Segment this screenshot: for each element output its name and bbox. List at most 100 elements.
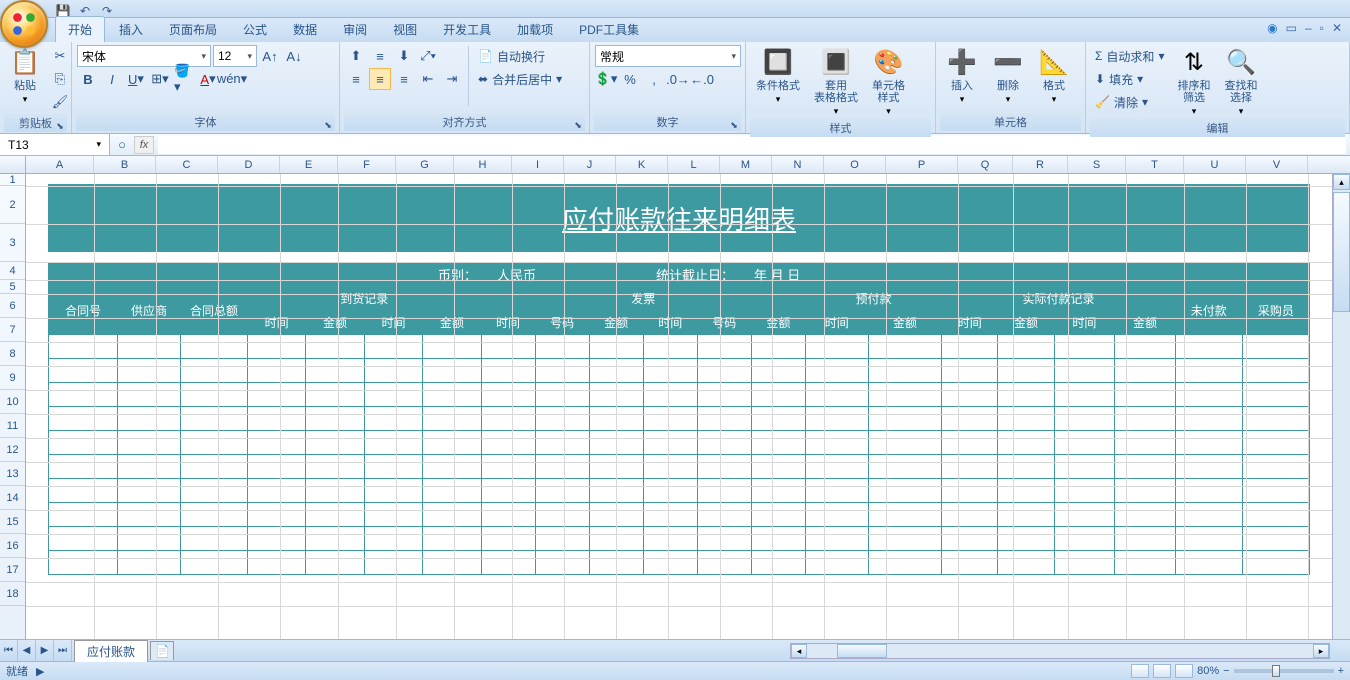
col-header[interactable]: C (156, 156, 218, 173)
col-header[interactable]: A (26, 156, 94, 173)
col-header[interactable]: R (1013, 156, 1068, 173)
first-sheet-button[interactable]: ⏮ (0, 640, 18, 661)
zoom-slider[interactable] (1234, 669, 1334, 673)
col-header[interactable]: N (772, 156, 824, 173)
restore-icon[interactable]: – (1305, 21, 1312, 35)
last-sheet-button[interactable]: ⏭ (54, 640, 72, 661)
row-header[interactable]: 11 (0, 414, 25, 438)
row-header[interactable]: 17 (0, 558, 25, 582)
indent-dec-button[interactable]: ⇤ (417, 68, 439, 90)
tab-addins[interactable]: 加载项 (505, 17, 565, 42)
cut-button[interactable]: ✂ (49, 45, 71, 67)
dec-decimal-button[interactable]: ←.0 (691, 68, 713, 90)
tab-review[interactable]: 审阅 (331, 17, 379, 42)
number-format-combo[interactable]: 常规▾ (595, 45, 741, 67)
tab-view[interactable]: 视图 (381, 17, 429, 42)
minimize-ribbon-icon[interactable]: ▭ (1286, 21, 1297, 35)
col-header[interactable]: D (218, 156, 280, 173)
table-row[interactable] (49, 431, 1310, 455)
fill-color-button[interactable]: 🪣▾ (173, 68, 195, 90)
office-button[interactable] (0, 0, 48, 48)
row-header[interactable]: 12 (0, 438, 25, 462)
comma-button[interactable]: , (643, 68, 665, 90)
format-painter-button[interactable]: 🖌 (49, 91, 71, 113)
row-header[interactable]: 4 (0, 262, 25, 280)
x-icon[interactable]: ✕ (1332, 21, 1342, 35)
font-size-combo[interactable]: 12▾ (213, 45, 257, 67)
row-header[interactable]: 13 (0, 462, 25, 486)
wrap-text-button[interactable]: 📄 自动换行 (474, 45, 566, 67)
prev-sheet-button[interactable]: ◀ (18, 640, 36, 661)
col-header[interactable]: K (616, 156, 668, 173)
table-row[interactable] (49, 455, 1310, 479)
tab-dev[interactable]: 开发工具 (431, 17, 503, 42)
vertical-scrollbar[interactable]: ▴ (1332, 174, 1350, 639)
col-header[interactable]: P (886, 156, 958, 173)
sheet-tab[interactable]: 应付账款 (74, 640, 148, 662)
number-launcher-icon[interactable]: ⬊ (729, 120, 739, 130)
row-header[interactable]: 6 (0, 294, 25, 318)
underline-button[interactable]: U▾ (125, 68, 147, 90)
paste-button[interactable]: 📋 粘贴 ▾ (4, 44, 46, 107)
font-launcher-icon[interactable]: ⬊ (323, 120, 333, 130)
grow-font-button[interactable]: A↑ (259, 45, 281, 67)
cell-styles-button[interactable]: 🎨单元格 样式▾ (866, 44, 911, 119)
find-select-button[interactable]: 🔍查找和 选择▾ (1218, 44, 1263, 119)
row-header[interactable]: 14 (0, 486, 25, 510)
col-header[interactable]: V (1246, 156, 1308, 173)
data-table[interactable]: 合同号 供应商 合同总额 到货记录 发票 预付款 实际付款记录 未付款 采购员 … (48, 286, 1310, 575)
row-header[interactable]: 16 (0, 534, 25, 558)
col-header[interactable]: S (1068, 156, 1126, 173)
clipboard-launcher-icon[interactable]: ⬊ (55, 121, 65, 131)
bold-button[interactable]: B (77, 68, 99, 90)
align-left-button[interactable]: ≡ (345, 68, 367, 90)
scroll-up-icon[interactable]: ▴ (1333, 174, 1350, 190)
close-icon[interactable]: ▫ (1320, 21, 1324, 35)
name-box[interactable]: T13▾ (0, 134, 110, 155)
view-layout-button[interactable] (1153, 664, 1171, 678)
col-header[interactable]: L (668, 156, 720, 173)
copy-button[interactable]: ⎘ (49, 68, 71, 90)
format-cells-button[interactable]: 📐格式▾ (1032, 44, 1076, 107)
tab-formulas[interactable]: 公式 (231, 17, 279, 42)
col-header[interactable]: F (338, 156, 396, 173)
view-break-button[interactable] (1175, 664, 1193, 678)
merge-center-button[interactable]: ⬌ 合并后居中 ▾ (474, 68, 566, 90)
align-center-button[interactable]: ≡ (369, 68, 391, 90)
table-row[interactable] (49, 503, 1310, 527)
font-color-button[interactable]: A▾ (197, 68, 219, 90)
horizontal-scrollbar[interactable]: ◂ ▸ (790, 643, 1330, 659)
row-header[interactable]: 2 (0, 186, 25, 224)
align-bottom-button[interactable]: ⬇ (393, 45, 415, 67)
col-header[interactable]: O (824, 156, 886, 173)
row-header[interactable]: 9 (0, 366, 25, 390)
view-normal-button[interactable] (1131, 664, 1149, 678)
spreadsheet-grid[interactable]: 应付账款往来明细表 币别： 人民币 统计截止日： 年 月 日 合同号 供应商 合… (26, 174, 1350, 639)
table-row[interactable] (49, 527, 1310, 551)
align-top-button[interactable]: ⬆ (345, 45, 367, 67)
indent-inc-button[interactable]: ⇥ (441, 68, 463, 90)
insert-cells-button[interactable]: ➕插入▾ (940, 44, 984, 107)
row-header[interactable]: 5 (0, 280, 25, 294)
table-row[interactable] (49, 407, 1310, 431)
scroll-right-icon[interactable]: ▸ (1313, 644, 1329, 658)
macro-icon[interactable]: ▶ (36, 665, 44, 678)
vscroll-thumb[interactable] (1333, 192, 1350, 312)
col-header[interactable]: H (454, 156, 512, 173)
tab-layout[interactable]: 页面布局 (157, 17, 229, 42)
tab-home[interactable]: 开始 (55, 16, 105, 42)
phonetic-button[interactable]: wén▾ (221, 68, 243, 90)
autosum-button[interactable]: Σ 自动求和 ▾ (1091, 45, 1168, 67)
sort-filter-button[interactable]: ⇅排序和 筛选▾ (1171, 44, 1216, 119)
row-header[interactable]: 7 (0, 318, 25, 342)
table-row[interactable] (49, 335, 1310, 359)
tab-pdf[interactable]: PDF工具集 (567, 17, 651, 42)
row-header[interactable]: 18 (0, 582, 25, 606)
row-header[interactable]: 10 (0, 390, 25, 414)
shrink-font-button[interactable]: A↓ (283, 45, 305, 67)
col-header[interactable]: Q (958, 156, 1013, 173)
table-row[interactable] (49, 551, 1310, 575)
border-button[interactable]: ⊞▾ (149, 68, 171, 90)
col-header[interactable]: I (512, 156, 564, 173)
zoom-out-button[interactable]: − (1223, 665, 1229, 677)
